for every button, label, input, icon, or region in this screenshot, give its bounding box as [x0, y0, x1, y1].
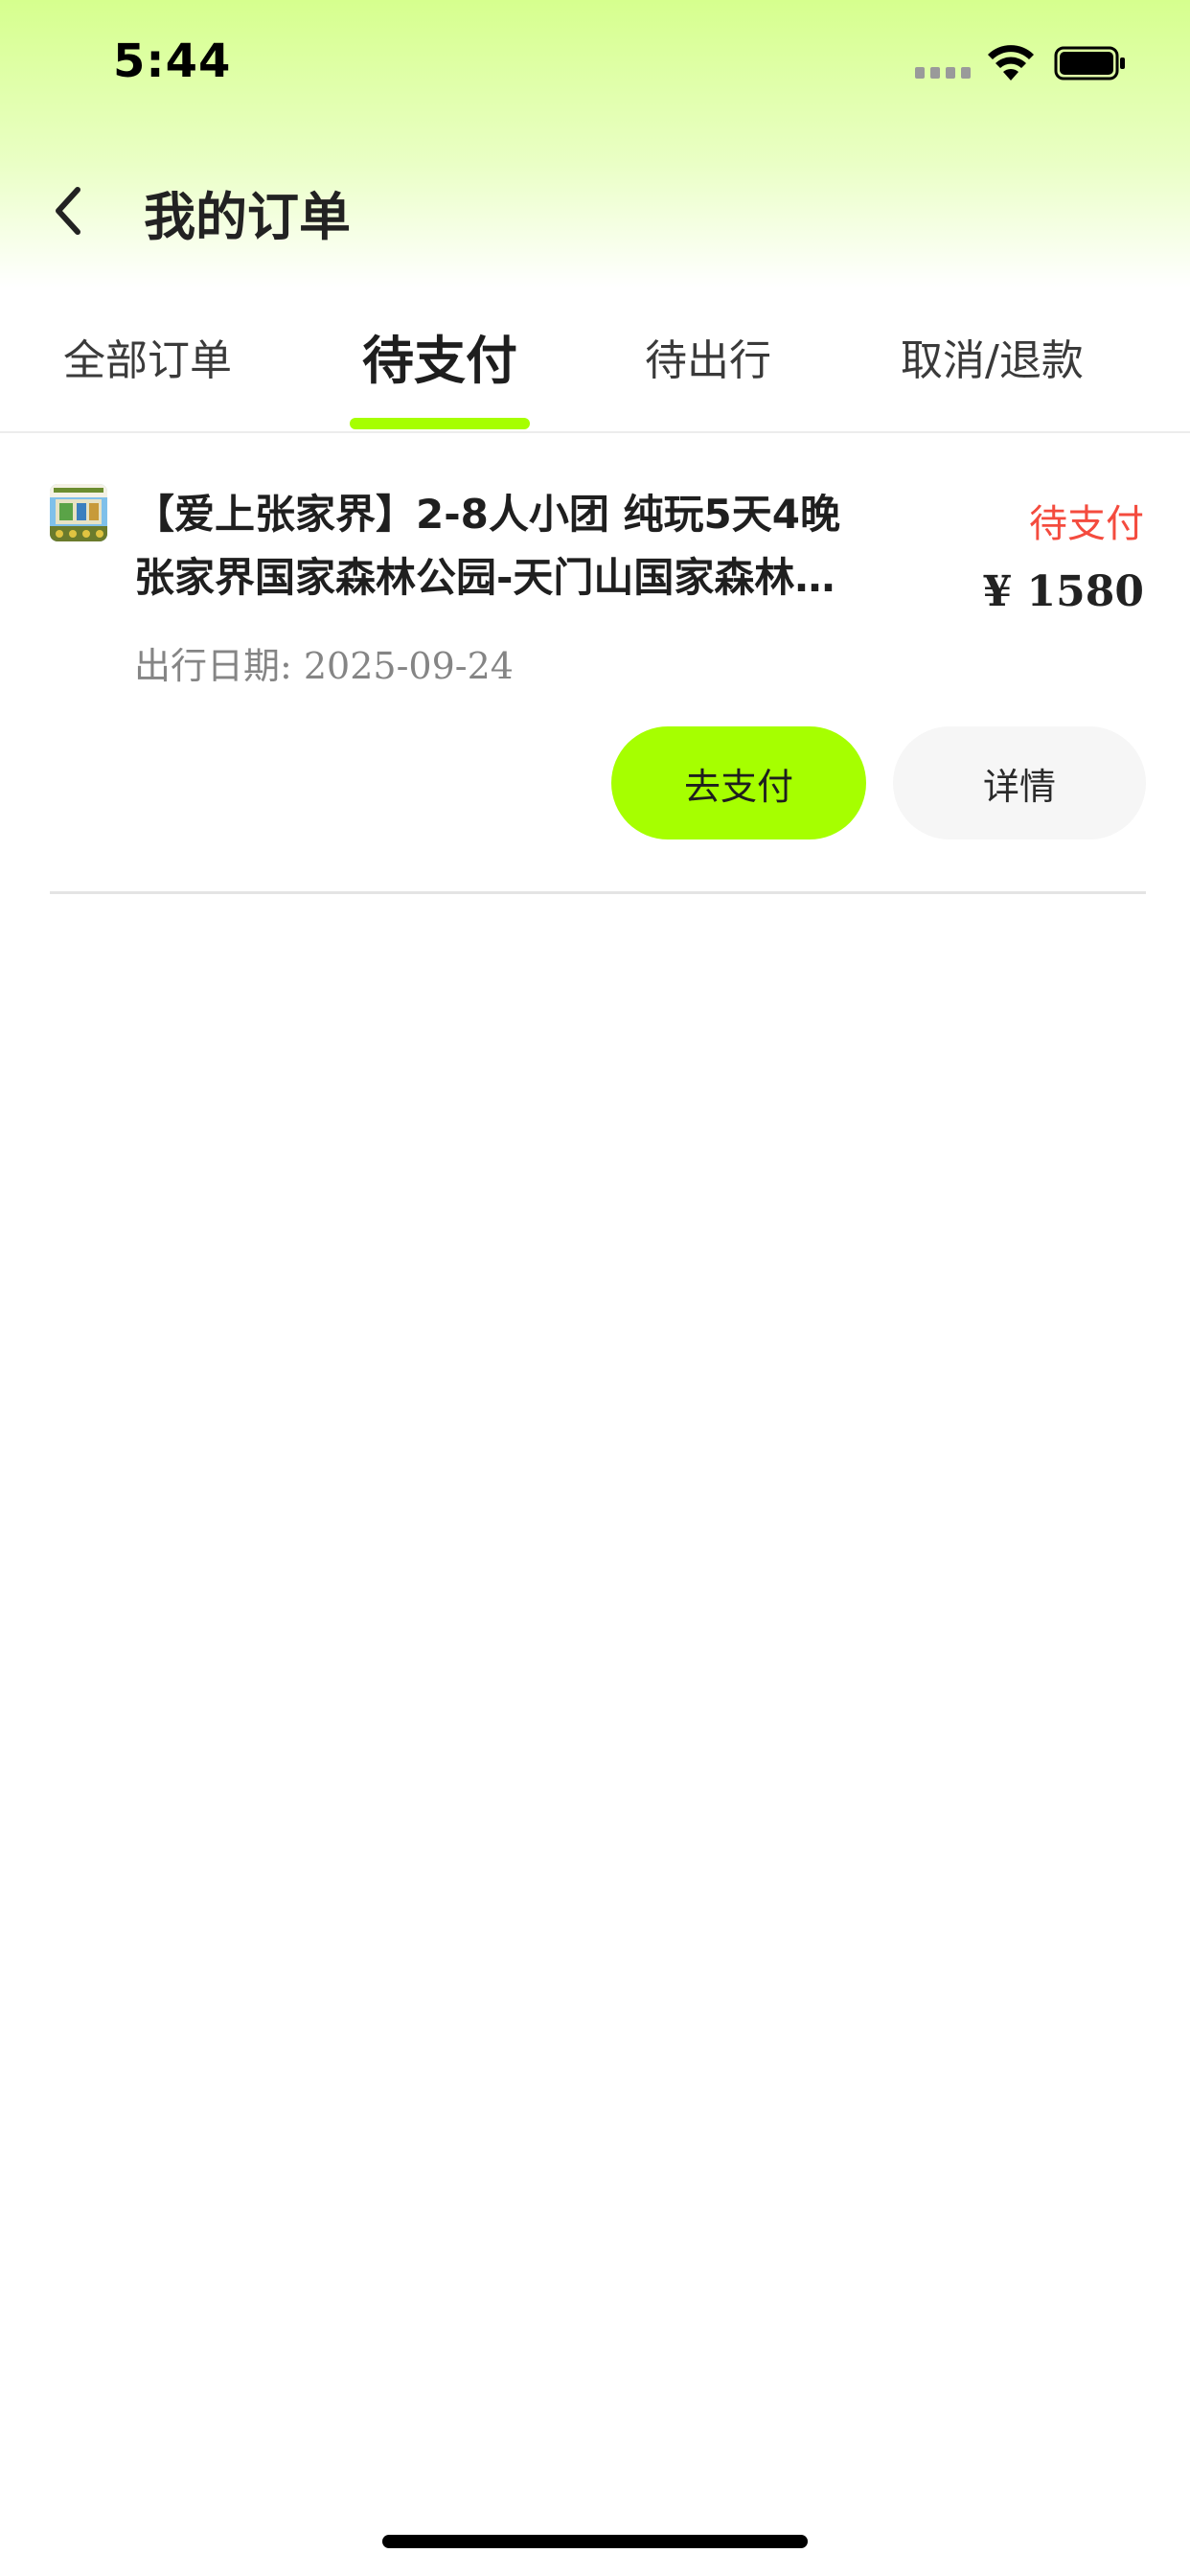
tab-pending-payment[interactable]: 待支付 [362, 318, 517, 394]
page-title: 我的订单 [144, 187, 351, 247]
order-price: ¥ 1580 [982, 567, 1144, 616]
chevron-left-icon [56, 187, 80, 235]
battery-icon [1054, 46, 1125, 80]
detail-button[interactable]: 详情 [893, 726, 1146, 840]
product-thumbnail [50, 484, 107, 541]
cellular-signal-icon [915, 67, 971, 80]
tab-all-orders[interactable]: 全部订单 [63, 326, 232, 387]
order-status-badge: 待支付 [1029, 502, 1144, 546]
tabs-divider [0, 431, 1190, 433]
tab-pending-travel[interactable]: 待出行 [645, 326, 771, 387]
status-time: 5:44 [113, 34, 232, 88]
order-tabs: 全部订单 待支付 待出行 取消/退款 [0, 288, 1190, 431]
active-tab-indicator [350, 418, 530, 429]
back-button[interactable] [38, 172, 96, 249]
order-title: 【爱上张家界】2-8人小团 纯玩5天4晚 张家界国家森林公园-天门山国家森林公园 [134, 491, 840, 601]
home-indicator[interactable] [382, 2535, 808, 2548]
card-divider [50, 891, 1146, 894]
travel-date: 出行日期: 2025-09-24 [134, 645, 514, 687]
tab-cancel-refund[interactable]: 取消/退款 [901, 326, 1084, 387]
pay-button[interactable]: 去支付 [611, 726, 866, 840]
wifi-icon [988, 45, 1034, 80]
